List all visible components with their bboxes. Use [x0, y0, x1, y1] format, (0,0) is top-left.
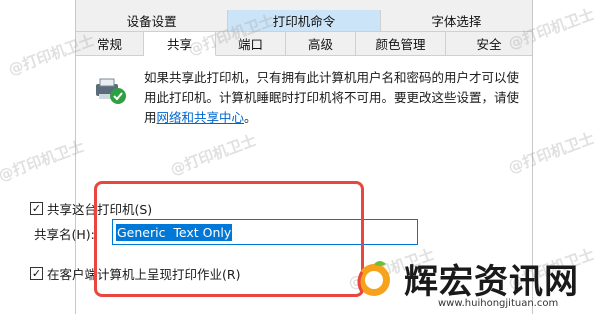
share-printer-checkbox[interactable]: ✓ — [30, 202, 43, 215]
brand-url: www.huihongjituan.com — [438, 298, 559, 309]
tab-font-selection[interactable]: 字体选择 — [380, 10, 532, 32]
tab-advanced[interactable]: 高级 — [286, 32, 356, 56]
network-sharing-center-link[interactable]: 网络和共享中心 — [157, 110, 245, 125]
description-line-2: 用此打印机。计算机睡眠时打印机将不可用。要更改这些设置，请使 — [144, 90, 520, 105]
tab-row-lower: 常规 共享 端口 高级 颜色管理 安全 — [76, 32, 532, 56]
render-jobs-checkbox[interactable]: ✓ — [30, 267, 43, 280]
watermark-text: @打印机卫士 — [0, 137, 87, 185]
shared-printer-icon — [96, 78, 126, 104]
sharing-description: 如果共享此打印机，只有拥有此计算机用户名和密码的用户才可以使 用此打印机。计算机… — [144, 68, 524, 128]
dialog-top-strip — [76, 0, 532, 10]
description-line-1: 如果共享此打印机，只有拥有此计算机用户名和密码的用户才可以使 — [144, 70, 520, 85]
tab-device-settings[interactable]: 设备设置 — [76, 10, 229, 32]
description-line-3: 用网络和共享中心。 — [144, 110, 257, 125]
tab-row-upper: 设备设置 打印机命令 字体选择 — [76, 10, 532, 32]
brand-watermark: 辉宏资讯网 www.huihongjituan.com — [352, 254, 592, 312]
brand-logo-icon — [357, 261, 390, 296]
highlight-annotation-box — [94, 181, 364, 297]
brand-title: 辉宏资讯网 — [404, 262, 579, 302]
share-name-label: 共享名(H): — [34, 227, 95, 242]
tab-color-management[interactable]: 颜色管理 — [356, 32, 446, 56]
